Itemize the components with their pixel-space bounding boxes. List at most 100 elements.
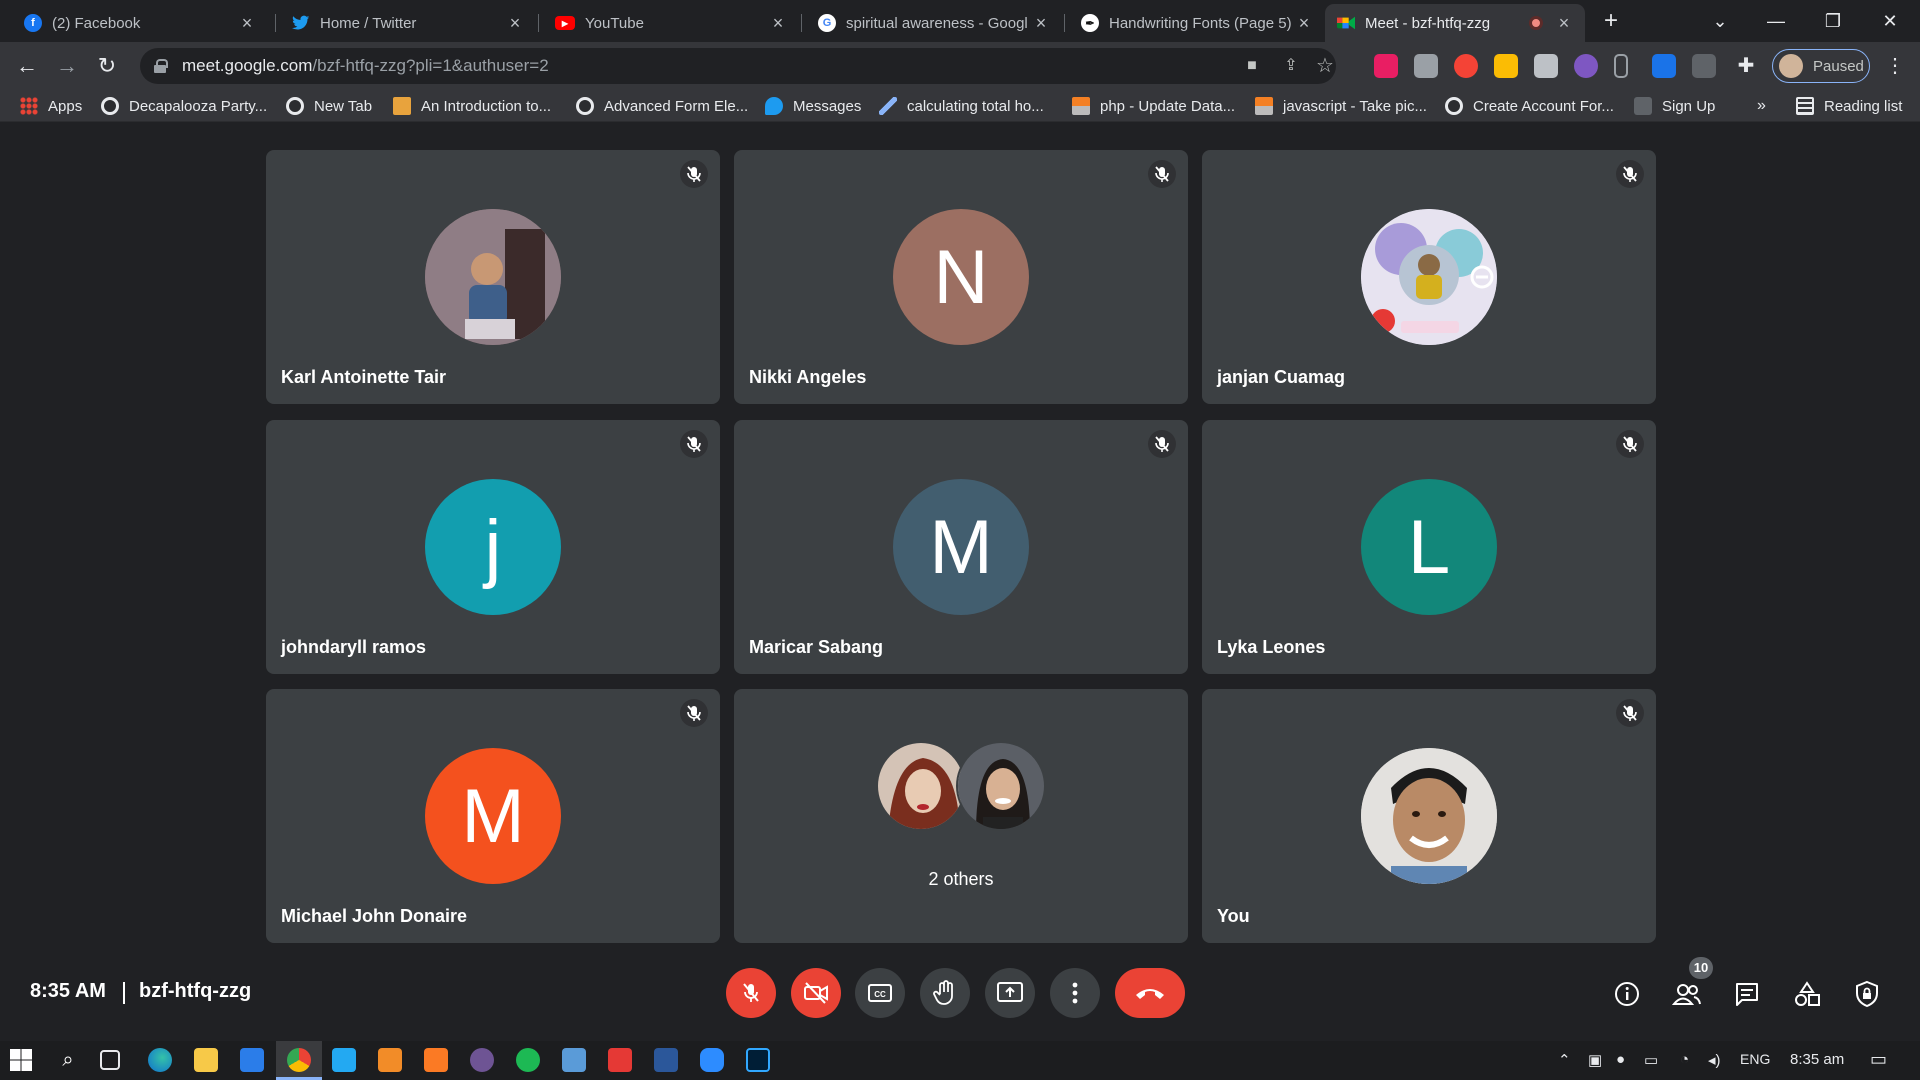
activities-button[interactable]	[1787, 974, 1827, 1014]
extension-device-icon[interactable]	[1614, 54, 1628, 78]
bookmark-star-icon[interactable]: ☆	[1314, 55, 1336, 77]
tab-handwriting-fonts[interactable]: ✒ Handwriting Fonts (Page 5) ×	[1069, 4, 1325, 42]
tab-search-button[interactable]: ⌄	[1700, 6, 1740, 36]
bookmark-decapalooza[interactable]: Decapalooza Party...	[101, 96, 267, 116]
participant-tile[interactable]: Karl Antoinette Tair	[266, 150, 720, 404]
tab-google-meet[interactable]: Meet - bzf-htfq-zzg ×	[1325, 4, 1585, 42]
bookmark-sign-up[interactable]: Sign Up	[1634, 96, 1715, 116]
bookmark-messages[interactable]: Messages	[765, 96, 861, 116]
language-indicator[interactable]: ENG	[1740, 1051, 1770, 1067]
file-explorer-icon[interactable]	[194, 1048, 218, 1072]
lock-icon[interactable]	[154, 59, 168, 73]
vscode-icon[interactable]	[332, 1048, 356, 1072]
photoshop-icon[interactable]	[746, 1048, 770, 1072]
bookmark-php-update[interactable]: php - Update Data...	[1072, 96, 1235, 116]
xampp-icon[interactable]	[424, 1048, 448, 1072]
bookmark-calculating[interactable]: calculating total ho...	[879, 96, 1044, 116]
new-tab-button[interactable]: +	[1591, 6, 1631, 36]
tab-youtube[interactable]: ▶ YouTube ×	[543, 4, 799, 42]
close-tab-icon[interactable]: ×	[769, 13, 787, 34]
close-tab-icon[interactable]: ×	[1295, 13, 1313, 34]
extension-more-icon[interactable]	[1692, 54, 1716, 78]
spotify-icon[interactable]	[516, 1048, 540, 1072]
mic-off-icon	[1616, 699, 1644, 727]
present-screen-button[interactable]	[985, 968, 1035, 1018]
share-icon[interactable]: ⇪	[1280, 55, 1302, 77]
address-bar[interactable]: meet.google.com/bzf-htfq-zzg?pli=1&authu…	[140, 48, 1336, 84]
captions-button[interactable]: CC	[855, 968, 905, 1018]
extension-puzzle-alt-icon[interactable]	[1534, 54, 1558, 78]
anydesk-icon[interactable]	[608, 1048, 632, 1072]
toggle-camera-button[interactable]	[791, 968, 841, 1018]
show-hidden-icons-icon[interactable]: ⌃	[1558, 1051, 1571, 1069]
chrome-taskbar-active[interactable]	[276, 1041, 322, 1080]
task-view-icon[interactable]	[100, 1050, 120, 1070]
tab-google-search[interactable]: G spiritual awareness - Googl ×	[806, 4, 1062, 42]
extension-ft-icon[interactable]	[1652, 54, 1676, 78]
extension-new-icon[interactable]	[1374, 54, 1398, 78]
profile-button[interactable]: Paused	[1772, 49, 1870, 83]
extension-record-icon[interactable]	[1454, 54, 1478, 78]
show-everyone-button[interactable]	[1667, 974, 1707, 1014]
github-icon[interactable]	[470, 1048, 494, 1072]
bookmark-advanced-form[interactable]: Advanced Form Ele...	[576, 96, 748, 116]
volume-icon[interactable]: ◂)	[1708, 1051, 1721, 1069]
back-button[interactable]: ←	[12, 51, 42, 81]
raise-hand-button[interactable]	[920, 968, 970, 1018]
bookmark-javascript[interactable]: javascript - Take pic...	[1255, 96, 1427, 116]
participant-name: You	[1217, 906, 1250, 926]
word-icon[interactable]	[654, 1048, 678, 1072]
bookmark-create-account[interactable]: Create Account For...	[1445, 96, 1614, 116]
participant-tile[interactable]: N Nikki Angeles	[734, 150, 1188, 404]
extension-colors-icon[interactable]	[1574, 54, 1598, 78]
bookmark-introduction[interactable]: An Introduction to...	[393, 96, 551, 116]
extension-printer-icon[interactable]	[1414, 54, 1438, 78]
search-icon[interactable]: ⌕	[56, 1048, 80, 1072]
battery-icon[interactable]: ▭	[1644, 1051, 1658, 1069]
system-clock[interactable]: 8:35 am	[1790, 1051, 1844, 1068]
extension-tools-icon[interactable]	[1494, 54, 1518, 78]
extensions-puzzle-icon[interactable]: ✚	[1734, 54, 1758, 78]
notifications-icon[interactable]: ▭	[1870, 1049, 1887, 1070]
reading-list-button[interactable]: Reading list	[1796, 96, 1902, 116]
participant-tile[interactable]: M Maricar Sabang	[734, 420, 1188, 674]
participant-tile[interactable]: L Lyka Leones	[1202, 420, 1656, 674]
meeting-details-button[interactable]	[1607, 974, 1647, 1014]
chat-button[interactable]	[1727, 974, 1767, 1014]
participant-tile[interactable]: j johndaryll ramos	[266, 420, 720, 674]
restore-button[interactable]: ❐	[1813, 6, 1853, 36]
bookmarks-overflow-button[interactable]: »	[1757, 96, 1766, 116]
leave-call-button[interactable]	[1115, 968, 1185, 1018]
edge-icon[interactable]	[148, 1048, 172, 1072]
close-tab-icon[interactable]: ×	[1032, 13, 1050, 34]
participant-tile[interactable]: M Michael John Donaire	[266, 689, 720, 943]
zoom-icon[interactable]	[700, 1048, 724, 1072]
camera-permission-icon[interactable]: ■	[1241, 55, 1263, 77]
host-controls-button[interactable]	[1847, 974, 1887, 1014]
installer-icon[interactable]	[562, 1048, 586, 1072]
tab-twitter[interactable]: Home / Twitter ×	[280, 4, 536, 42]
browser-menu-icon[interactable]: ⋮	[1880, 51, 1910, 81]
more-options-button[interactable]	[1050, 968, 1100, 1018]
microphone-tray-icon[interactable]: ●	[1616, 1051, 1625, 1068]
meet-tray-icon[interactable]: ▣	[1588, 1051, 1602, 1069]
tab-facebook[interactable]: f (2) Facebook ×	[12, 4, 268, 42]
forward-button[interactable]: →	[52, 51, 82, 81]
sublime-icon[interactable]	[378, 1048, 402, 1072]
wifi-icon[interactable]: ◔	[1680, 1051, 1689, 1068]
self-tile[interactable]: You	[1202, 689, 1656, 943]
toggle-mic-button[interactable]	[726, 968, 776, 1018]
bookmark-apps[interactable]: Apps	[20, 96, 82, 116]
windows-start-icon[interactable]	[10, 1049, 32, 1071]
close-tab-icon[interactable]: ×	[238, 13, 256, 34]
close-tab-icon[interactable]: ×	[1555, 13, 1573, 34]
avatar-photo	[1361, 209, 1497, 345]
minimize-button[interactable]: —	[1756, 6, 1796, 36]
participant-tile[interactable]: janjan Cuamag	[1202, 150, 1656, 404]
others-tile[interactable]: 2 others	[734, 689, 1188, 943]
close-tab-icon[interactable]: ×	[506, 13, 524, 34]
reload-button[interactable]: ↻	[92, 51, 122, 81]
bookmark-new-tab[interactable]: New Tab	[286, 96, 372, 116]
mail-icon[interactable]	[240, 1048, 264, 1072]
close-window-button[interactable]: ✕	[1870, 6, 1910, 36]
